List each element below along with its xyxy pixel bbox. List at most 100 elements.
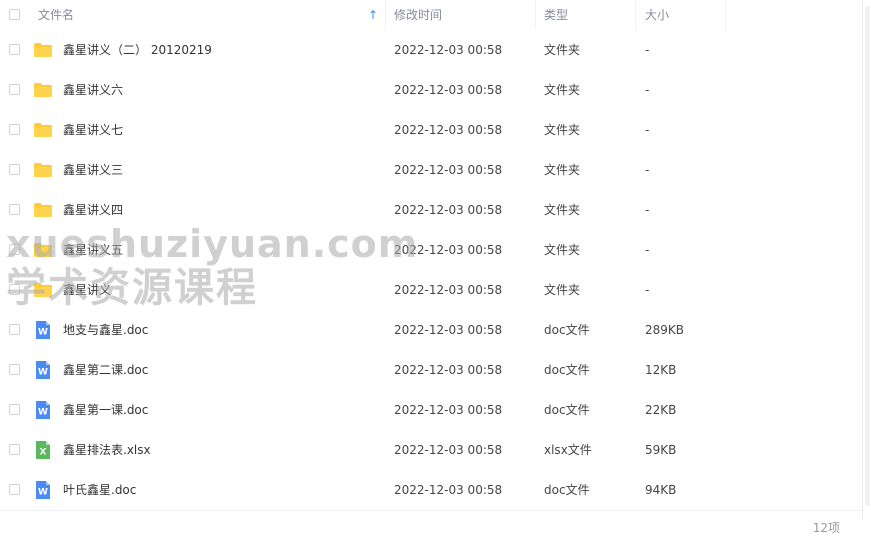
file-size: 59KB: [645, 443, 677, 457]
table-row[interactable]: W 鑫星第二课.doc 2022-12-03 00:58 doc文件 12KB: [0, 350, 862, 390]
row-checkbox[interactable]: [9, 284, 20, 295]
file-type: 文件夹: [544, 163, 581, 177]
svg-text:W: W: [38, 488, 48, 498]
file-size: 22KB: [645, 403, 677, 417]
row-checkbox[interactable]: [9, 444, 20, 455]
file-size: -: [645, 203, 650, 217]
word-doc-icon: W: [33, 480, 53, 500]
file-name[interactable]: 地支与鑫星.doc: [63, 310, 148, 350]
svg-text:W: W: [38, 328, 48, 338]
header-size-column[interactable]: 大小: [636, 0, 726, 30]
header-name-label: 文件名: [38, 8, 75, 22]
table-row[interactable]: 鑫星讲义四 2022-12-03 00:58 文件夹 -: [0, 190, 862, 230]
table-row[interactable]: X 鑫星排法表.xlsx 2022-12-03 00:58 xlsx文件 59KB: [0, 430, 862, 470]
file-type: doc文件: [544, 363, 590, 377]
svg-text:W: W: [38, 408, 48, 418]
file-type: 文件夹: [544, 123, 581, 137]
modified-time: 2022-12-03 00:58: [394, 203, 503, 217]
file-type: doc文件: [544, 403, 590, 417]
vertical-scrollbar[interactable]: [862, 0, 871, 520]
excel-xlsx-icon: X: [33, 440, 53, 460]
folder-icon: [33, 120, 53, 140]
file-size: 12KB: [645, 363, 677, 377]
table-row[interactable]: 鑫星讲义五 2022-12-03 00:58 文件夹 -: [0, 230, 862, 270]
table-row[interactable]: W 叶氏鑫星.doc 2022-12-03 00:58 doc文件 94KB: [0, 470, 862, 510]
svg-text:X: X: [40, 448, 47, 458]
file-type: 文件夹: [544, 43, 581, 57]
row-checkbox[interactable]: [9, 44, 20, 55]
file-type: 文件夹: [544, 203, 581, 217]
file-size: -: [645, 283, 650, 297]
row-checkbox[interactable]: [9, 204, 20, 215]
file-name[interactable]: 鑫星讲义四: [63, 190, 123, 230]
table-row[interactable]: W 鑫星第一课.doc 2022-12-03 00:58 doc文件 22KB: [0, 390, 862, 430]
folder-icon: [33, 280, 53, 300]
file-name[interactable]: 叶氏鑫星.doc: [63, 470, 136, 510]
file-type: 文件夹: [544, 243, 581, 257]
file-list-header: 文件名 ↑ 修改时间 类型 大小: [0, 0, 862, 30]
row-checkbox[interactable]: [9, 164, 20, 175]
file-name[interactable]: 鑫星讲义: [63, 270, 111, 310]
row-checkbox[interactable]: [9, 324, 20, 335]
file-name[interactable]: 鑫星第一课.doc: [63, 390, 148, 430]
header-name-column[interactable]: 文件名 ↑: [0, 0, 386, 30]
modified-time: 2022-12-03 00:58: [394, 443, 503, 457]
row-checkbox[interactable]: [9, 244, 20, 255]
file-type: xlsx文件: [544, 443, 592, 457]
file-name[interactable]: 鑫星讲义七: [63, 110, 123, 150]
modified-time: 2022-12-03 00:58: [394, 283, 503, 297]
file-name[interactable]: 鑫星讲义三: [63, 150, 123, 190]
file-type: 文件夹: [544, 83, 581, 97]
table-row[interactable]: 鑫星讲义 2022-12-03 00:58 文件夹 -: [0, 270, 862, 310]
file-type: doc文件: [544, 323, 590, 337]
file-size: 289KB: [645, 323, 685, 337]
header-time-column[interactable]: 修改时间: [386, 0, 536, 30]
modified-time: 2022-12-03 00:58: [394, 483, 503, 497]
file-name[interactable]: 鑫星讲义（二） 20120219: [63, 30, 212, 70]
modified-time: 2022-12-03 00:58: [394, 243, 503, 257]
item-count: 12项: [812, 521, 840, 535]
file-name[interactable]: 鑫星第二课.doc: [63, 350, 148, 390]
row-checkbox[interactable]: [9, 364, 20, 375]
modified-time: 2022-12-03 00:58: [394, 123, 503, 137]
table-row[interactable]: 鑫星讲义三 2022-12-03 00:58 文件夹 -: [0, 150, 862, 190]
table-row[interactable]: 鑫星讲义六 2022-12-03 00:58 文件夹 -: [0, 70, 862, 110]
file-type: 文件夹: [544, 283, 581, 297]
file-size: -: [645, 163, 650, 177]
word-doc-icon: W: [33, 360, 53, 380]
modified-time: 2022-12-03 00:58: [394, 43, 503, 57]
header-type-column[interactable]: 类型: [536, 0, 636, 30]
row-checkbox[interactable]: [9, 404, 20, 415]
modified-time: 2022-12-03 00:58: [394, 363, 503, 377]
file-name[interactable]: 鑫星讲义六: [63, 70, 123, 110]
file-name[interactable]: 鑫星排法表.xlsx: [63, 430, 151, 470]
modified-time: 2022-12-03 00:58: [394, 403, 503, 417]
table-row[interactable]: W 地支与鑫星.doc 2022-12-03 00:58 doc文件 289KB: [0, 310, 862, 350]
header-time-label: 修改时间: [394, 8, 443, 22]
word-doc-icon: W: [33, 320, 53, 340]
row-checkbox[interactable]: [9, 484, 20, 495]
file-size: -: [645, 243, 650, 257]
row-checkbox[interactable]: [9, 84, 20, 95]
modified-time: 2022-12-03 00:58: [394, 163, 503, 177]
word-doc-icon: W: [33, 400, 53, 420]
file-size: -: [645, 123, 650, 137]
file-size: -: [645, 83, 650, 97]
file-name[interactable]: 鑫星讲义五: [63, 230, 123, 270]
file-browser-window: 文件名 ↑ 修改时间 类型 大小 鑫星讲义（二） 20120219 2022-12…: [0, 0, 871, 538]
folder-icon: [33, 240, 53, 260]
row-checkbox[interactable]: [9, 124, 20, 135]
file-type: doc文件: [544, 483, 590, 497]
header-size-label: 大小: [645, 8, 670, 22]
folder-icon: [33, 160, 53, 180]
folder-icon: [33, 80, 53, 100]
file-size: 94KB: [645, 483, 677, 497]
scrollbar-thumb[interactable]: [865, 6, 870, 506]
modified-time: 2022-12-03 00:58: [394, 83, 503, 97]
sort-ascending-icon[interactable]: ↑: [368, 8, 378, 22]
table-row[interactable]: 鑫星讲义（二） 20120219 2022-12-03 00:58 文件夹 -: [0, 30, 862, 70]
table-row[interactable]: 鑫星讲义七 2022-12-03 00:58 文件夹 -: [0, 110, 862, 150]
file-list: 鑫星讲义（二） 20120219 2022-12-03 00:58 文件夹 - 鑫星讲义…: [0, 30, 862, 510]
svg-text:W: W: [38, 368, 48, 378]
file-size: -: [645, 43, 650, 57]
